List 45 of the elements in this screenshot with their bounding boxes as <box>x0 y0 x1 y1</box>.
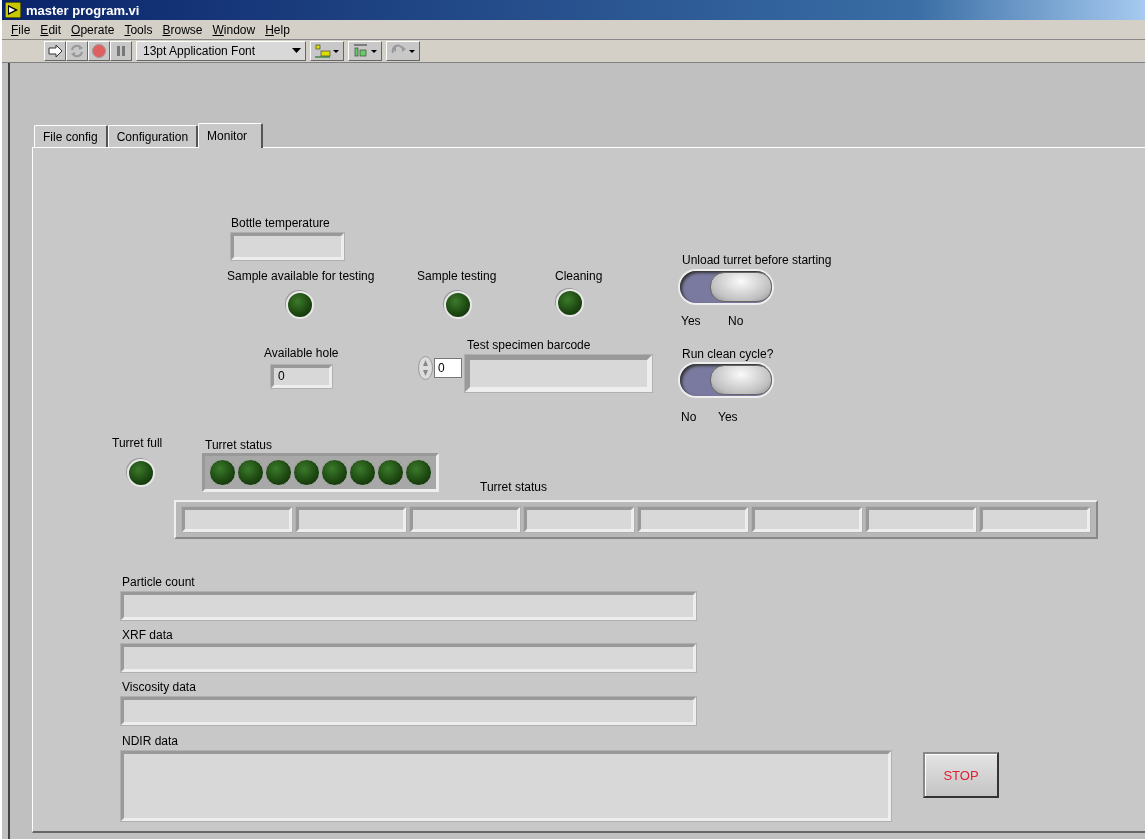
pause-icon[interactable] <box>110 41 132 61</box>
label: Yes <box>718 410 738 424</box>
tab[interactable]: File config <box>34 125 108 147</box>
label: Turret status <box>480 480 547 494</box>
increment-arrows-icon[interactable] <box>418 356 433 380</box>
abort-icon[interactable] <box>88 41 110 61</box>
caret-icon <box>292 48 301 54</box>
menu-item[interactable]: Tools <box>119 22 158 37</box>
label: Unload turret before starting <box>682 253 832 267</box>
label: Viscosity data <box>122 680 196 694</box>
label: Turret full <box>112 436 163 450</box>
menu-item[interactable]: File <box>6 22 36 37</box>
tab[interactable]: Configuration <box>107 125 199 147</box>
run-arrow-icon <box>5 2 21 18</box>
label: Run clean cycle? <box>682 347 774 361</box>
menu-item[interactable]: Help <box>260 22 295 37</box>
label: Sample available for testing <box>227 269 375 283</box>
tab[interactable]: Monitor <box>198 123 264 148</box>
menu-item[interactable]: Operate <box>66 22 120 37</box>
label: Particle count <box>122 575 195 589</box>
window-title: master program.vi <box>26 2 140 18</box>
label: Sample testing <box>417 269 497 283</box>
distribute-icon[interactable] <box>348 41 382 61</box>
label: Yes <box>681 314 701 328</box>
numeric-indicator: 0 <box>271 365 332 388</box>
index-field[interactable]: 0 <box>434 358 462 378</box>
slide-switch[interactable] <box>680 364 772 396</box>
label: Turret status <box>205 438 272 452</box>
menu-item[interactable]: Window <box>207 22 261 37</box>
menu-item[interactable]: Browse <box>157 22 208 37</box>
label: No <box>681 410 697 424</box>
label: No <box>728 314 744 328</box>
label: Bottle temperature <box>231 216 330 230</box>
menu-item[interactable]: Edit <box>35 22 67 37</box>
font-dropdown[interactable]: 13pt Application Font <box>136 41 306 61</box>
label: XRF data <box>122 628 173 642</box>
label: NDIR data <box>122 734 179 748</box>
label: Test specimen barcode <box>467 338 591 352</box>
reorder-icon[interactable] <box>386 41 420 61</box>
slide-switch[interactable] <box>680 271 772 303</box>
run-continuously-icon[interactable] <box>66 41 88 61</box>
run-icon[interactable] <box>44 41 66 61</box>
label: Cleaning <box>555 269 603 283</box>
align-icon[interactable] <box>310 41 344 61</box>
label: Available hole <box>264 346 339 360</box>
